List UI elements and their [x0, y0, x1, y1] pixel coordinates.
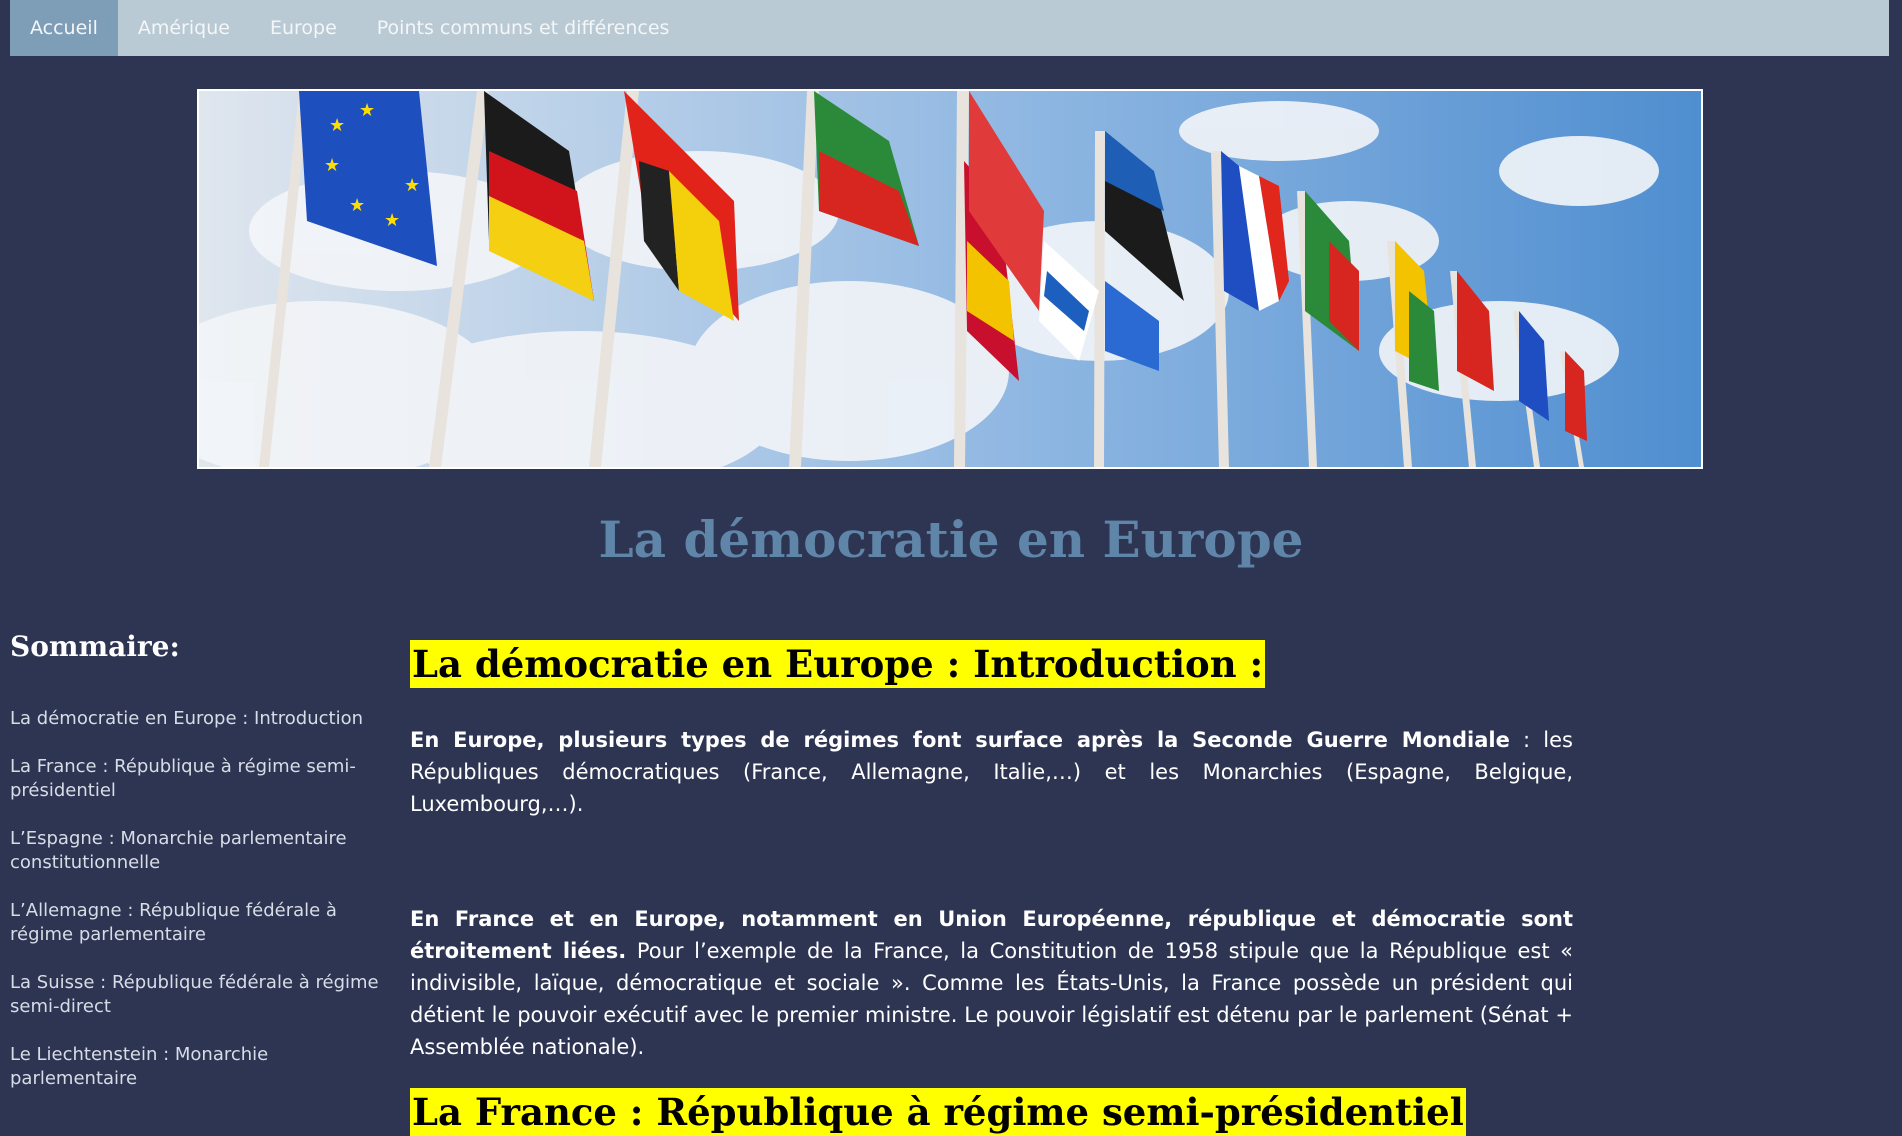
svg-text:★: ★ — [404, 175, 420, 196]
top-navbar: Accueil Amérique Europe Points communs e… — [10, 0, 1889, 56]
page-title: La démocratie en Europe — [598, 510, 1304, 569]
section-title-introduction: La démocratie en Europe : Introduction : — [410, 640, 1266, 688]
svg-text:★: ★ — [384, 210, 400, 231]
sidebar-item-liechtenstein[interactable]: Le Liechtenstein : Monarchie parlementai… — [10, 1043, 390, 1091]
sidebar-item-allemagne[interactable]: L’Allemagne : République fédérale à régi… — [10, 899, 390, 947]
sidebar-item-espagne[interactable]: L’Espagne : Monarchie parlementaire cons… — [10, 827, 390, 875]
nav-amerique[interactable]: Amérique — [118, 0, 250, 56]
flags-illustration: ★★ ★★ ★★ — [199, 91, 1701, 467]
sidebar-list: La démocratie en Europe : Introduction L… — [10, 707, 390, 1091]
intro-paragraph-1: En Europe, plusieurs types de régimes fo… — [410, 724, 1573, 820]
intro-paragraph-1-bold: En Europe, plusieurs types de régimes fo… — [410, 728, 1510, 752]
intro-paragraph-2: En France et en Europe, notamment en Uni… — [410, 903, 1573, 1063]
section-title-france: La France : République à régime semi-pré… — [410, 1088, 1466, 1136]
svg-text:★: ★ — [324, 155, 340, 176]
svg-text:★: ★ — [349, 195, 365, 216]
sidebar: Sommaire: La démocratie en Europe : Intr… — [10, 630, 390, 1115]
sidebar-item-introduction[interactable]: La démocratie en Europe : Introduction — [10, 707, 390, 731]
nav-accueil[interactable]: Accueil — [10, 0, 118, 56]
sidebar-item-suisse[interactable]: La Suisse : République fédérale à régime… — [10, 971, 390, 1019]
sidebar-item-france[interactable]: La France : République à régime semi-pré… — [10, 755, 390, 803]
nav-europe[interactable]: Europe — [250, 0, 357, 56]
sidebar-title: Sommaire: — [10, 630, 180, 663]
svg-text:★: ★ — [359, 100, 375, 121]
flags-banner-image: ★ ★ ★ ★ ★ ★ — [197, 89, 1703, 469]
main-content: La démocratie en Europe : Introduction :… — [410, 640, 1573, 1136]
svg-text:★: ★ — [329, 115, 345, 136]
nav-points-communs[interactable]: Points communs et différences — [357, 0, 690, 56]
